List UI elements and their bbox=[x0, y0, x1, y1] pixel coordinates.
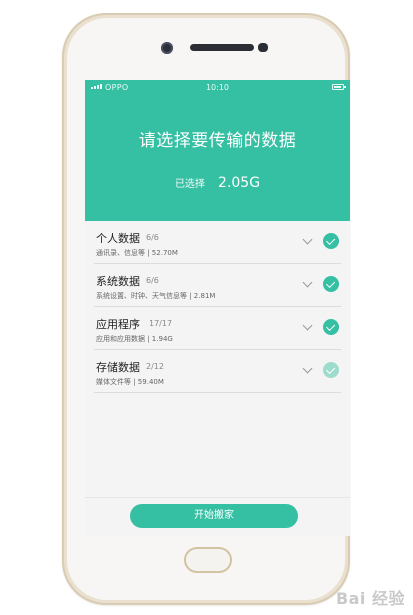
list-item-personal-data[interactable]: 个人数据 6/6 通讯录、信息等 | 52.70M bbox=[94, 221, 341, 264]
baidu-watermark: Bai 经验 bbox=[335, 589, 405, 608]
item-count: 6/6 bbox=[146, 276, 159, 285]
checkmark-partial-icon[interactable] bbox=[323, 362, 339, 378]
item-description: 应用和应用数据 | 1.94G bbox=[96, 335, 173, 343]
battery-icon bbox=[332, 84, 346, 90]
item-count: 2/12 bbox=[146, 362, 164, 371]
start-migration-button[interactable]: 开始搬家 bbox=[130, 504, 298, 528]
clock: 10:10 bbox=[205, 83, 230, 92]
item-name: 系统数据 bbox=[96, 275, 140, 288]
item-count: 6/6 bbox=[146, 233, 159, 242]
list-item-applications[interactable]: 应用程序 17/17 应用和应用数据 | 1.94G bbox=[94, 307, 341, 350]
earpiece-speaker bbox=[190, 44, 254, 51]
checkmark-icon[interactable] bbox=[323, 233, 339, 249]
selection-summary: 已选择 2.05G bbox=[85, 172, 350, 191]
checkmark-icon[interactable] bbox=[323, 276, 339, 292]
list-item-system-data[interactable]: 系统数据 6/6 系统设置、时钟、天气信息等 | 2.81M bbox=[94, 264, 341, 307]
front-camera-icon bbox=[161, 42, 173, 54]
checkmark-icon[interactable] bbox=[323, 319, 339, 335]
selected-label: 已选择 bbox=[174, 179, 205, 190]
phone-screen: OPPO 10:10 请选择要传输的数据 已选择 2.05G 个人数据 6/6 … bbox=[85, 80, 350, 536]
chevron-down-icon[interactable] bbox=[302, 320, 313, 331]
header-panel: OPPO 10:10 请选择要传输的数据 已选择 2.05G bbox=[85, 80, 350, 221]
item-description: 系统设置、时钟、天气信息等 | 2.81M bbox=[96, 292, 216, 300]
item-name: 个人数据 bbox=[96, 232, 140, 245]
proximity-sensor bbox=[258, 43, 268, 52]
item-name: 应用程序 bbox=[96, 318, 140, 331]
list-item-storage-data[interactable]: 存储数据 2/12 媒体文件等 | 59.40M bbox=[94, 350, 341, 393]
item-count: 17/17 bbox=[149, 319, 173, 328]
item-name: 存储数据 bbox=[96, 361, 140, 374]
item-description: 媒体文件等 | 59.40M bbox=[96, 378, 164, 386]
chevron-down-icon[interactable] bbox=[302, 277, 313, 288]
selected-size: 2.05G bbox=[218, 175, 261, 191]
page-title: 请选择要传输的数据 bbox=[138, 131, 297, 151]
data-category-list: 个人数据 6/6 通讯录、信息等 | 52.70M 系统数据 6/6 系统设置、… bbox=[85, 221, 350, 393]
chevron-down-icon[interactable] bbox=[302, 363, 313, 374]
status-bar: OPPO 10:10 bbox=[85, 80, 350, 96]
footer-bar: 开始搬家 bbox=[85, 497, 350, 536]
home-button[interactable] bbox=[184, 547, 232, 573]
item-description: 通讯录、信息等 | 52.70M bbox=[96, 249, 178, 257]
chevron-down-icon[interactable] bbox=[302, 234, 313, 245]
